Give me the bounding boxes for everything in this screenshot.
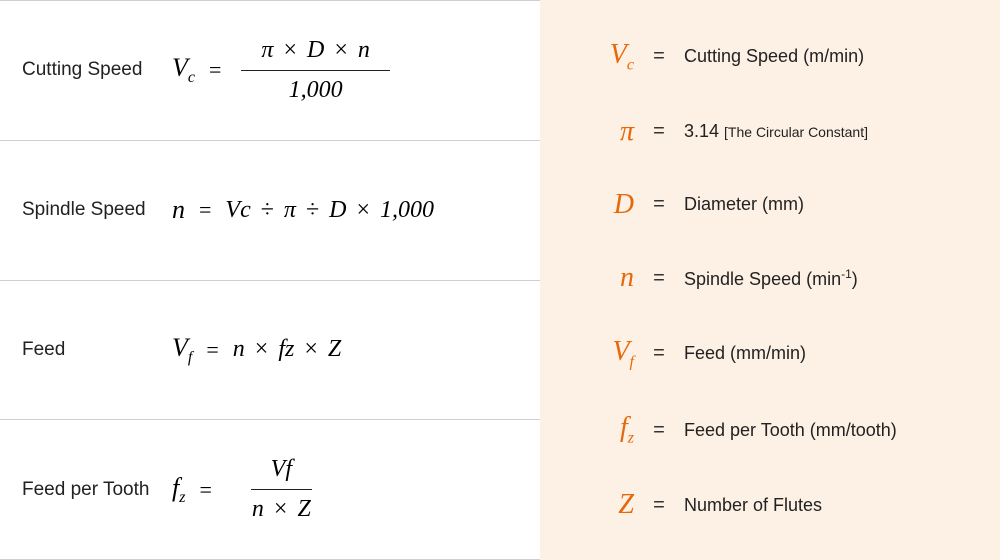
legend-symbol: n (568, 262, 634, 294)
fraction: Vf n×Z (232, 454, 331, 525)
equals-sign: = (634, 267, 684, 290)
legend-row: D = Diameter (mm) (568, 189, 972, 221)
equals-sign: = (634, 120, 684, 143)
formula-lhs: Vc (172, 53, 195, 87)
legend-row: fz = Feed per Tooth (mm/tooth) (568, 412, 972, 448)
formula-rhs: Vc÷π÷D×1,000 (225, 197, 434, 224)
formula-rhs: n×fz×Z (233, 336, 341, 363)
legend-description: Number of Flutes (684, 495, 972, 516)
legend-symbol: Z (568, 489, 634, 521)
formula-row: Spindle Speed n = Vc÷π÷D×1,000 (0, 140, 540, 280)
equals-sign: = (209, 57, 221, 83)
legend-row: Z = Number of Flutes (568, 489, 972, 521)
legend-description: 3.14 [The Circular Constant] (684, 121, 972, 142)
legend-row: π = 3.14 [The Circular Constant] (568, 116, 972, 148)
equals-sign: = (634, 45, 684, 68)
formula-panel: Cutting Speed Vc = π×D×n 1,000 Spindle S… (0, 0, 540, 560)
legend-panel: Vc = Cutting Speed (m/min) π = 3.14 [The… (540, 0, 1000, 560)
legend-symbol: fz (568, 412, 634, 448)
equals-sign: = (634, 494, 684, 517)
legend-symbol: Vc (568, 39, 634, 75)
legend-symbol: D (568, 189, 634, 221)
formula-row: Feed per Tooth fz = Vf n×Z (0, 419, 540, 560)
formula-lhs: Vf (172, 333, 192, 367)
formula-label: Cutting Speed (22, 59, 172, 81)
denominator: 1,000 (269, 71, 363, 106)
formula-lhs: fz (172, 473, 185, 507)
equals-sign: = (634, 193, 684, 216)
legend-description: Feed per Tooth (mm/tooth) (684, 420, 972, 441)
numerator: π×D×n (241, 35, 389, 71)
formula-row: Feed Vf = n×fz×Z (0, 280, 540, 420)
legend-row: Vf = Feed (mm/min) (568, 336, 972, 372)
numerator: Vf (251, 454, 312, 490)
equals-sign: = (199, 197, 211, 223)
formula-body: Vc = π×D×n 1,000 (172, 35, 518, 106)
legend-description: Spindle Speed (min-1) (684, 267, 972, 290)
legend-row: n = Spindle Speed (min-1) (568, 262, 972, 294)
legend-symbol: Vf (568, 336, 634, 372)
denominator: n×Z (232, 490, 331, 525)
formula-label: Spindle Speed (22, 199, 172, 221)
legend-description: Cutting Speed (m/min) (684, 46, 972, 67)
formula-row: Cutting Speed Vc = π×D×n 1,000 (0, 0, 540, 140)
formula-label: Feed (22, 339, 172, 361)
equals-sign: = (199, 477, 211, 503)
fraction: π×D×n 1,000 (241, 35, 389, 106)
legend-description: Feed (mm/min) (684, 343, 972, 364)
formula-body: n = Vc÷π÷D×1,000 (172, 195, 518, 225)
legend-row: Vc = Cutting Speed (m/min) (568, 39, 972, 75)
legend-description: Diameter (mm) (684, 194, 972, 215)
formula-body: fz = Vf n×Z (172, 454, 518, 525)
formula-label: Feed per Tooth (22, 479, 172, 501)
legend-symbol: π (568, 116, 634, 148)
equals-sign: = (634, 419, 684, 442)
equals-sign: = (206, 337, 218, 363)
equals-sign: = (634, 342, 684, 365)
formula-lhs: n (172, 195, 185, 225)
formula-body: Vf = n×fz×Z (172, 333, 518, 367)
